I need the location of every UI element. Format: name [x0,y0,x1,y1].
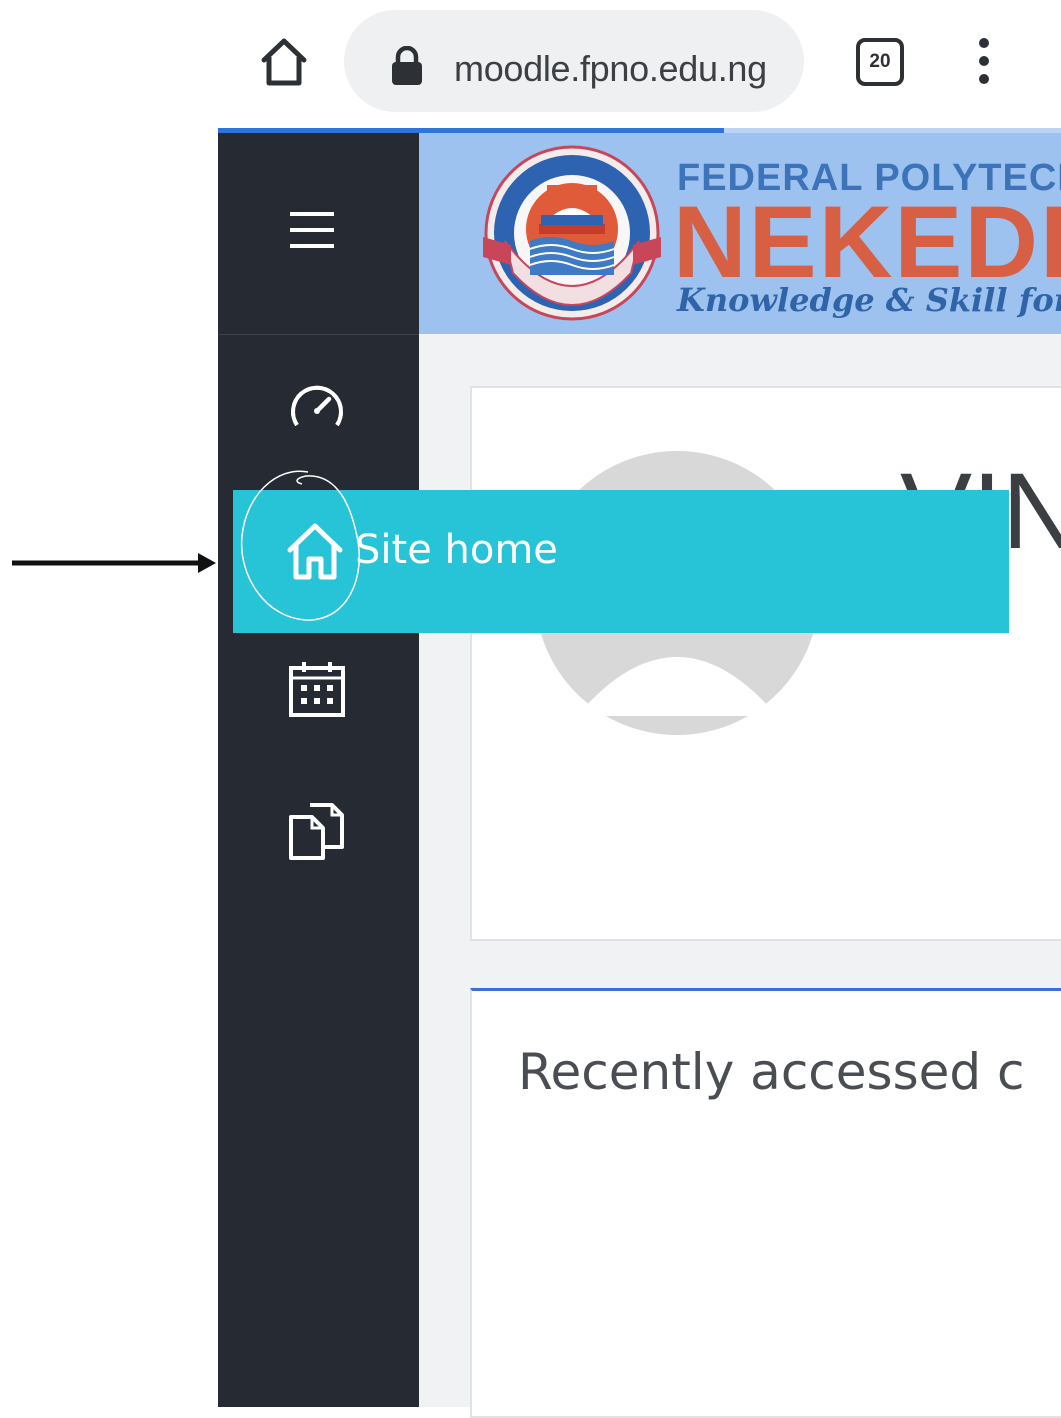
files-icon[interactable] [288,803,346,861]
site-header-banner[interactable]: FEDERAL POLYTECHNIC NEKEDE Knowledge & S… [419,133,1061,334]
house-icon [287,523,343,580]
recently-accessed-title: Recently accessed c [518,1043,1025,1101]
banner-motto: Knowledge & Skill for service [677,281,1061,319]
address-bar[interactable]: moodle.fpno.edu.ng [344,10,804,112]
site-home-label: Site home [355,527,558,573]
recently-accessed-card: Recently accessed c [470,988,1061,1418]
hamburger-icon[interactable] [288,208,336,252]
sidebar-divider [218,334,419,335]
speedometer-icon[interactable] [288,379,346,435]
nav-drawer [218,133,419,1407]
browser-toolbar: moodle.fpno.edu.ng 20 [218,0,1061,128]
profile-card: VIN [470,386,1061,941]
site-home-menu-item[interactable]: Site home [233,490,1009,633]
pointer-arrow-annotation [12,553,216,573]
home-icon[interactable] [258,36,310,88]
url-text: moodle.fpno.edu.ng [454,48,767,89]
overflow-menu-icon[interactable] [974,36,994,86]
banner-campus-name: NEKEDE [673,185,1061,299]
calendar-icon[interactable] [288,660,346,718]
tabs-count-button[interactable]: 20 [856,38,904,86]
lock-icon [392,46,422,85]
institution-logo [483,145,661,321]
